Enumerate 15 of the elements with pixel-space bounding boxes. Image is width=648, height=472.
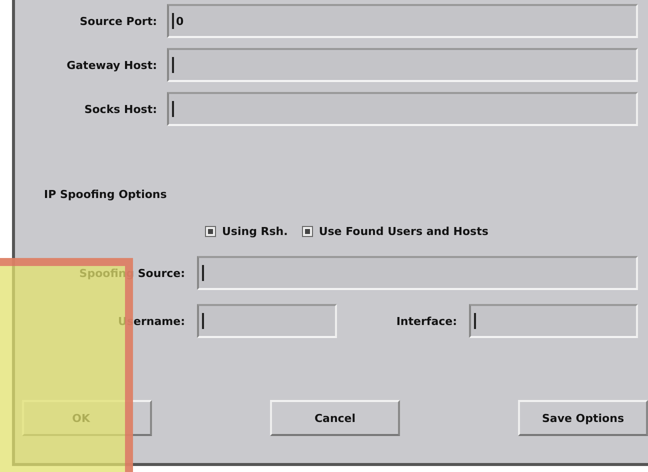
dialog-button[interactable]: Save Options — [518, 400, 648, 436]
section-title: IP Spoofing Options — [44, 188, 168, 201]
dialog-button[interactable]: Cancel — [270, 400, 400, 436]
field-label: Socks Host: — [83, 102, 158, 116]
text-field[interactable] — [197, 256, 638, 290]
checkbox[interactable]: Use Found Users and Hosts — [302, 225, 488, 238]
text-field[interactable] — [167, 92, 638, 126]
text-field[interactable] — [167, 48, 638, 82]
text-field[interactable] — [469, 304, 638, 338]
text-field[interactable] — [197, 304, 337, 338]
field-label: Source Port: — [78, 14, 158, 28]
text-field[interactable]: 0 — [167, 4, 638, 38]
field-label: Interface: — [395, 314, 458, 328]
checkbox[interactable]: Using Rsh. — [205, 225, 288, 238]
field-label: Gateway Host: — [66, 58, 158, 72]
